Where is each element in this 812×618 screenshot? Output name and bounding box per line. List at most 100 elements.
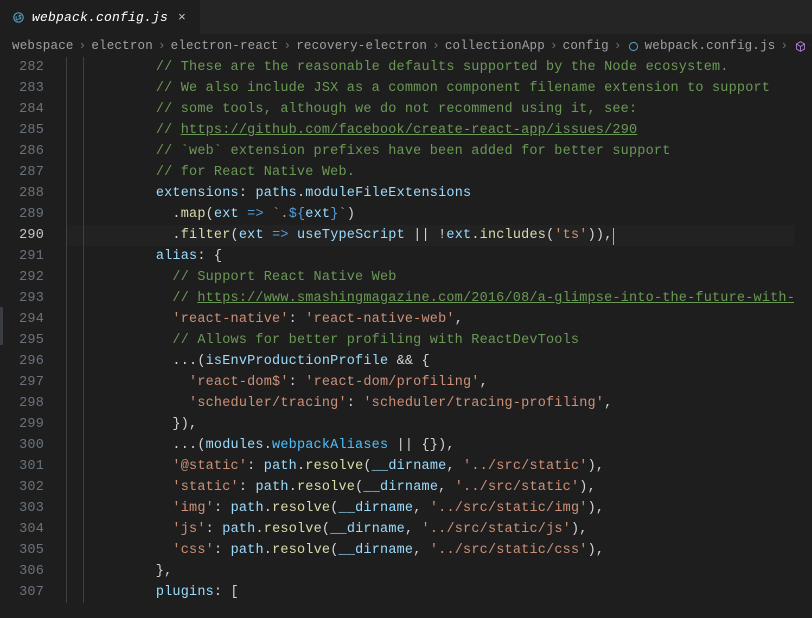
symbol-module-icon: [793, 39, 807, 53]
code-text[interactable]: 'react-dom$': 'react-dom/profiling',: [106, 372, 812, 393]
indent-guide-area: [66, 141, 106, 162]
indent-guide-area: [66, 414, 106, 435]
code-line[interactable]: 291 alias: {: [0, 246, 812, 267]
code-line[interactable]: 290 .filter(ext => useTypeScript || !ext…: [0, 225, 812, 246]
code-line[interactable]: 293 // https://www.smashingmagazine.com/…: [0, 288, 812, 309]
code-text[interactable]: // `web` extension prefixes have been ad…: [106, 141, 812, 162]
code-text[interactable]: // https://github.com/facebook/create-re…: [106, 120, 812, 141]
code-line[interactable]: 283 // We also include JSX as a common c…: [0, 78, 812, 99]
code-line[interactable]: 305 'css': path.resolve(__dirname, '../s…: [0, 540, 812, 561]
breadcrumb-label: electron: [91, 39, 153, 53]
breadcrumb-item[interactable]: webpack.config.js: [627, 39, 776, 53]
code-line[interactable]: 299 }),: [0, 414, 812, 435]
indent-guide-area: [66, 498, 106, 519]
breadcrumb-separator-icon: ›: [78, 39, 88, 53]
line-number: 282: [0, 57, 66, 78]
code-text[interactable]: // Support React Native Web: [106, 267, 812, 288]
code-line[interactable]: 285 // https://github.com/facebook/creat…: [0, 120, 812, 141]
code-text[interactable]: // for React Native Web.: [106, 162, 812, 183]
code-line[interactable]: 304 'js': path.resolve(__dirname, '../sr…: [0, 519, 812, 540]
tab-filename: webpack.config.js: [32, 10, 168, 25]
breadcrumb-label: recovery-electron: [296, 39, 427, 53]
breadcrumb-item[interactable]: electron: [91, 39, 153, 53]
code-text[interactable]: extensions: paths.moduleFileExtensions: [106, 183, 812, 204]
code-text[interactable]: 'css': path.resolve(__dirname, '../src/s…: [106, 540, 812, 561]
code-text[interactable]: },: [106, 561, 812, 582]
js-file-icon: [10, 9, 26, 25]
code-line[interactable]: 284 // some tools, although we do not re…: [0, 99, 812, 120]
code-text[interactable]: 'scheduler/tracing': 'scheduler/tracing-…: [106, 393, 812, 414]
code-line[interactable]: 298 'scheduler/tracing': 'scheduler/trac…: [0, 393, 812, 414]
code-line[interactable]: 286 // `web` extension prefixes have bee…: [0, 141, 812, 162]
code-line[interactable]: 301 '@static': path.resolve(__dirname, '…: [0, 456, 812, 477]
line-number: 304: [0, 519, 66, 540]
code-text[interactable]: 'img': path.resolve(__dirname, '../src/s…: [106, 498, 812, 519]
line-number: 286: [0, 141, 66, 162]
indent-guide-area: [66, 372, 106, 393]
minimap[interactable]: [794, 57, 812, 618]
code-line[interactable]: 303 'img': path.resolve(__dirname, '../s…: [0, 498, 812, 519]
text-cursor: [613, 228, 614, 245]
tab-bar: webpack.config.js ×: [0, 0, 812, 35]
breadcrumb-item[interactable]: recovery-electron: [296, 39, 427, 53]
line-number: 293: [0, 288, 66, 309]
breadcrumb-label: config: [563, 39, 609, 53]
breadcrumb-item[interactable]: config: [563, 39, 609, 53]
indent-guide-area: [66, 330, 106, 351]
breadcrumb-item[interactable]: webspace: [12, 39, 74, 53]
activity-stripe: [0, 307, 3, 345]
indent-guide-area: [66, 477, 106, 498]
code-text[interactable]: }),: [106, 414, 812, 435]
tab-active[interactable]: webpack.config.js ×: [0, 0, 201, 34]
code-text[interactable]: // These are the reasonable defaults sup…: [106, 57, 812, 78]
code-text[interactable]: .map(ext => `.${ext}`): [106, 204, 812, 225]
line-number: 295: [0, 330, 66, 351]
code-line[interactable]: 306 },: [0, 561, 812, 582]
breadcrumb-item[interactable]: collectionApp: [445, 39, 545, 53]
code-text[interactable]: 'js': path.resolve(__dirname, '../src/st…: [106, 519, 812, 540]
code-text[interactable]: // https://www.smashingmagazine.com/2016…: [106, 288, 812, 309]
line-number: 305: [0, 540, 66, 561]
breadcrumbs[interactable]: webspace›electron›electron-react›recover…: [0, 35, 812, 57]
code-text[interactable]: ...(modules.webpackAliases || {}),: [106, 435, 812, 456]
breadcrumb-separator-icon: ›: [431, 39, 441, 53]
code-line[interactable]: 300 ...(modules.webpackAliases || {}),: [0, 435, 812, 456]
indent-guide-area: [66, 519, 106, 540]
line-number: 297: [0, 372, 66, 393]
code-text[interactable]: '@static': path.resolve(__dirname, '../s…: [106, 456, 812, 477]
line-number: 296: [0, 351, 66, 372]
code-text[interactable]: // Allows for better profiling with Reac…: [106, 330, 812, 351]
indent-guide-area: [66, 582, 106, 603]
code-text[interactable]: // some tools, although we do not recomm…: [106, 99, 812, 120]
breadcrumb-item[interactable]: electron-react: [171, 39, 279, 53]
code-line[interactable]: 297 'react-dom$': 'react-dom/profiling',: [0, 372, 812, 393]
code-line[interactable]: 289 .map(ext => `.${ext}`): [0, 204, 812, 225]
code-text[interactable]: alias: {: [106, 246, 812, 267]
tab-close-button[interactable]: ×: [174, 9, 190, 25]
code-line[interactable]: 307 plugins: [: [0, 582, 812, 603]
code-line[interactable]: 288 extensions: paths.moduleFileExtensio…: [0, 183, 812, 204]
code-line[interactable]: 295 // Allows for better profiling with …: [0, 330, 812, 351]
code-text[interactable]: 'static': path.resolve(__dirname, '../sr…: [106, 477, 812, 498]
code-line[interactable]: 296 ...(isEnvProductionProfile && {: [0, 351, 812, 372]
code-line[interactable]: 294 'react-native': 'react-native-web',: [0, 309, 812, 330]
breadcrumb-separator-icon: ›: [282, 39, 292, 53]
line-number: 306: [0, 561, 66, 582]
code-line[interactable]: 282 // These are the reasonable defaults…: [0, 57, 812, 78]
code-text[interactable]: // We also include JSX as a common compo…: [106, 78, 812, 99]
line-number: 285: [0, 120, 66, 141]
indent-guide-area: [66, 435, 106, 456]
code-line[interactable]: 287 // for React Native Web.: [0, 162, 812, 183]
code-text[interactable]: ...(isEnvProductionProfile && {: [106, 351, 812, 372]
breadcrumb-item[interactable]: <unknown>: [793, 39, 812, 53]
code-line[interactable]: 292 // Support React Native Web: [0, 267, 812, 288]
indent-guide-area: [66, 288, 106, 309]
code-text[interactable]: plugins: [: [106, 582, 812, 603]
breadcrumb-separator-icon: ›: [157, 39, 167, 53]
line-number: 299: [0, 414, 66, 435]
editor[interactable]: 282 // These are the reasonable defaults…: [0, 57, 812, 618]
code-line[interactable]: 302 'static': path.resolve(__dirname, '.…: [0, 477, 812, 498]
breadcrumb-separator-icon: ›: [549, 39, 559, 53]
code-text[interactable]: 'react-native': 'react-native-web',: [106, 309, 812, 330]
code-text[interactable]: .filter(ext => useTypeScript || !ext.inc…: [106, 225, 812, 246]
